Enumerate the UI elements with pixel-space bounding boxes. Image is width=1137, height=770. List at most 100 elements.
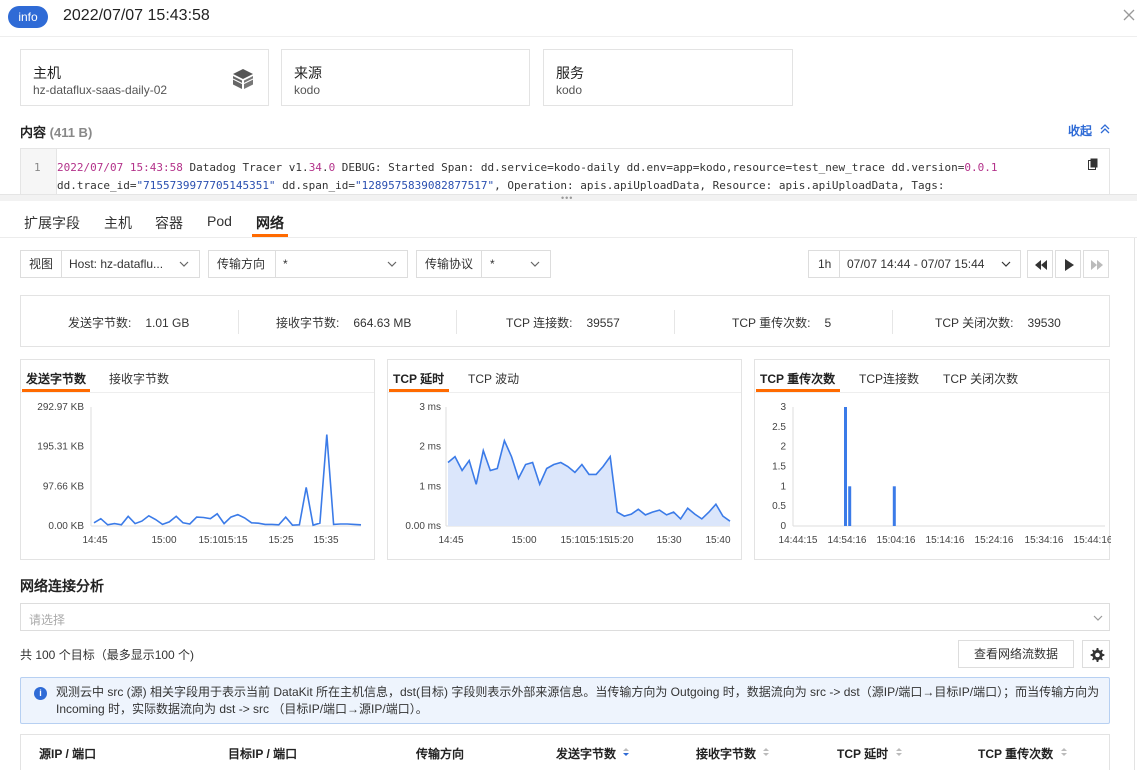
view-network-flow-button[interactable]: 查看网络流数据 <box>958 640 1074 668</box>
select-placeholder: 请选择 <box>29 613 66 627</box>
code-text: . <box>321 161 329 174</box>
bytes-chart-panel: 发送字节数 接收字节数 292.97 KB 195.31 KB 97.66 KB 0.… <box>20 359 375 560</box>
code-text: dd.trace_id= <box>57 179 137 192</box>
x-tick-label: 15:44:16 <box>1074 535 1111 546</box>
sent-bytes-series-line <box>93 434 362 527</box>
stat-label: TCP 连接数: <box>506 316 573 330</box>
scrollbar-track[interactable] <box>1134 238 1135 770</box>
sort-desc-icon[interactable] <box>622 747 630 757</box>
column-source-ip[interactable]: 源IP / 端口 <box>39 745 96 762</box>
latency-chart-panel: TCP 延时 TCP 波动 3 ms 2 ms 1 ms 0.00 ms 14:45 15… <box>387 359 742 560</box>
close-icon[interactable] <box>1122 8 1136 22</box>
source-card: 来源 kodo <box>281 49 530 106</box>
drag-handle-icon[interactable]: ••• <box>561 194 573 203</box>
time-range-value: 07/07 14:44 - 07/07 15:44 <box>847 257 985 271</box>
stat-label: 发送字节数: <box>68 316 132 330</box>
stat-tcp-connections: TCP 连接数: 39557 <box>506 314 620 331</box>
fast-forward-button[interactable] <box>1083 250 1109 278</box>
content-title-text: 内容 <box>20 125 47 140</box>
info-icon: i <box>34 687 47 700</box>
chevron-up-icon[interactable] <box>1099 123 1111 135</box>
panel-tab-received-bytes[interactable]: 接收字节数 <box>109 370 169 387</box>
sort-icon[interactable] <box>762 747 770 757</box>
network-analysis-title: 网络连接分析 <box>20 578 104 594</box>
tab-host[interactable]: 主机 <box>104 213 132 233</box>
x-tick-label: 15:15 <box>222 535 247 546</box>
content-title: 内容 (411 B) <box>20 122 92 141</box>
x-tick-label: 15:35 <box>313 535 338 546</box>
column-target-ip[interactable]: 目标IP / 端口 <box>228 745 297 762</box>
copy-icon[interactable] <box>1088 158 1098 170</box>
header-divider <box>0 36 1137 37</box>
x-tick-label: 15:20 <box>608 535 633 546</box>
source-card-label: 来源 <box>294 65 322 81</box>
x-tick-label: 15:00 <box>511 535 536 546</box>
filter-separator <box>481 251 482 277</box>
network-target-select[interactable]: 请选择 <box>20 603 1110 631</box>
line-number: 1 <box>34 161 41 174</box>
x-tick-label: 15:10 <box>560 535 585 546</box>
stat-value: 1.01 GB <box>145 316 190 330</box>
panel-tab-tcp-jitter[interactable]: TCP 波动 <box>468 370 519 387</box>
network-stats-bar: 发送字节数: 1.01 GB 接收字节数: 664.63 MB TCP 连接数: 39… <box>20 295 1110 347</box>
tab-extended-fields[interactable]: 扩展字段 <box>24 213 80 233</box>
code-number: 0.0.1 <box>964 161 998 174</box>
content-size: (411 B) <box>49 125 93 140</box>
code-string: "1289575839082877517" <box>355 179 495 192</box>
column-tcp-latency[interactable]: TCP 延时 <box>837 745 888 762</box>
panel-tab-tcp-closed[interactable]: TCP 关闭次数 <box>943 370 1018 387</box>
chevron-down-icon <box>530 261 540 267</box>
y-tick-label: 292.97 KB <box>37 402 84 413</box>
panel-tab-sent-bytes[interactable]: 发送字节数 <box>26 370 86 387</box>
panel-tab-tcp-latency[interactable]: TCP 延时 <box>393 370 444 387</box>
direction-select[interactable]: 传输方向 * <box>208 250 408 278</box>
x-tick-label: 14:45 <box>438 535 463 546</box>
tab-network[interactable]: 网络 <box>256 213 284 233</box>
service-card-label: 服务 <box>556 65 584 81</box>
code-string: "7155739977705145351" <box>136 179 276 192</box>
host-card-label: 主机 <box>33 65 61 81</box>
y-tick-label: 2 <box>780 442 786 453</box>
collapse-link[interactable]: 收起 <box>1068 122 1092 139</box>
column-received-bytes[interactable]: 接收字节数 <box>696 745 756 762</box>
rewind-button[interactable] <box>1027 250 1053 278</box>
tab-pod[interactable]: Pod <box>207 213 232 229</box>
stat-value: 664.63 MB <box>353 316 412 330</box>
rewind-icon <box>1035 260 1047 270</box>
sort-icon[interactable] <box>895 747 903 757</box>
tcp-latency-chart: 3 ms2 ms1 ms0.00 ms14:45 15:00 15:1015:151… <box>405 402 731 546</box>
protocol-select-value: * <box>490 257 495 271</box>
stat-separator <box>456 310 457 334</box>
x-tick-label: 15:15 <box>584 535 609 546</box>
direction-select-label: 传输方向 <box>217 257 266 271</box>
x-tick-label: 15:04:16 <box>877 535 916 546</box>
panel-tab-tcp-connections[interactable]: TCP连接数 <box>859 370 919 387</box>
code-timestamp: 2022/07/07 15:43:58 <box>57 161 183 174</box>
content-code-block: 1 2022/07/07 15:43:58 Datadog Tracer v1.… <box>20 148 1110 194</box>
protocol-select-label: 传输协议 <box>425 257 474 271</box>
column-sent-bytes[interactable]: 发送字节数 <box>556 745 616 762</box>
panel-tab-tcp-retransmits[interactable]: TCP 重传次数 <box>760 370 835 387</box>
host-cube-icon[interactable] <box>231 67 255 91</box>
play-icon <box>1065 259 1074 271</box>
play-button[interactable] <box>1055 250 1081 278</box>
column-direction[interactable]: 传输方向 <box>416 745 464 762</box>
time-range-picker[interactable]: 1h 07/07 14:44 - 07/07 15:44 <box>808 250 1021 278</box>
code-number: 34 <box>308 161 322 174</box>
chevron-down-icon <box>179 261 189 267</box>
column-tcp-retransmits[interactable]: TCP 重传次数 <box>978 745 1053 762</box>
settings-button[interactable] <box>1082 640 1110 668</box>
sort-icon[interactable] <box>1060 747 1068 757</box>
tab-container[interactable]: 容器 <box>155 213 183 233</box>
protocol-select[interactable]: 传输协议 * <box>416 250 551 278</box>
level-badge: info <box>8 6 48 28</box>
x-tick-label: 15:10 <box>198 535 223 546</box>
time-range-short[interactable]: 1h <box>818 251 831 277</box>
retransmit-bar <box>892 486 896 526</box>
source-card-value: kodo <box>294 83 321 97</box>
filter-separator <box>839 251 840 277</box>
stat-tcp-closed: TCP 关闭次数: 39530 <box>935 314 1061 331</box>
page-title: 2022/07/07 15:43:58 <box>63 7 210 24</box>
view-select[interactable]: 视图 Host: hz-dataflu... <box>20 250 200 278</box>
stat-value: 5 <box>824 316 832 330</box>
